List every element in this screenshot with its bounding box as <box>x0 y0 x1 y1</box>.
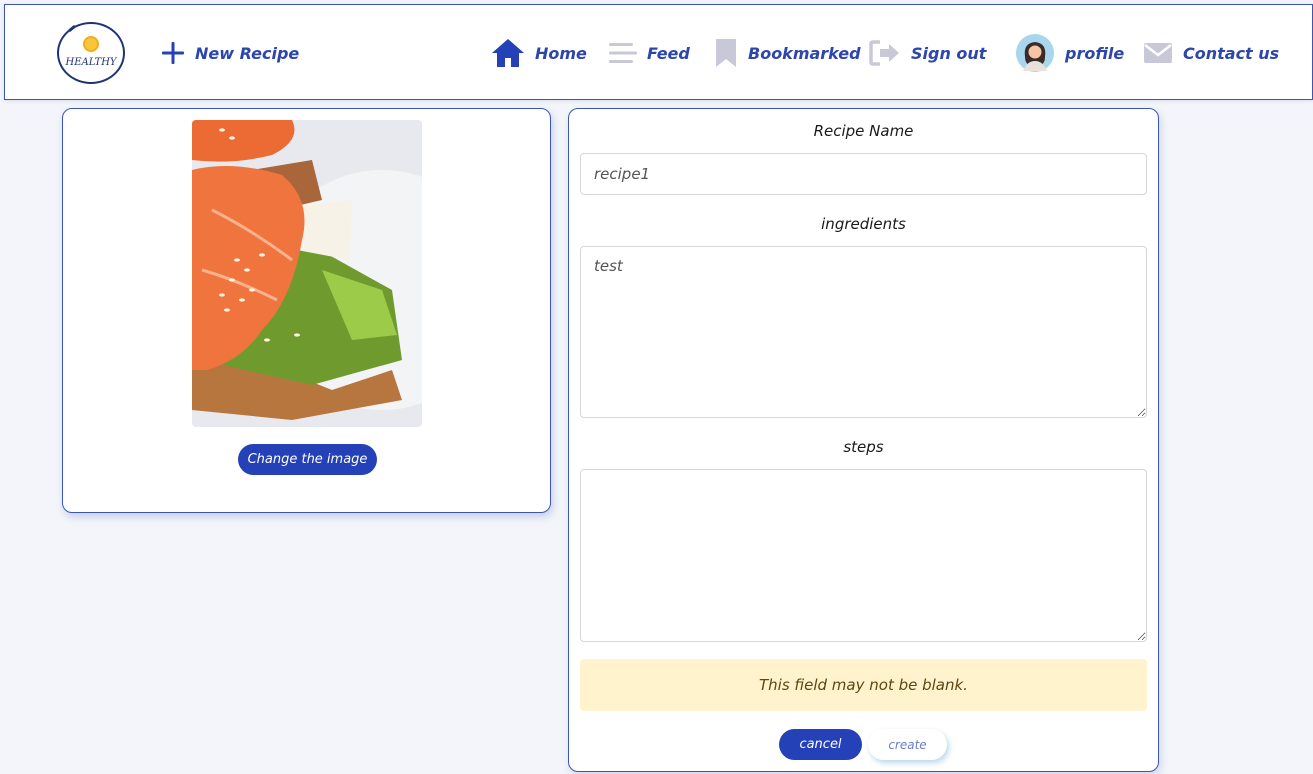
image-card: Change the image <box>62 108 551 513</box>
recipe-name-input[interactable] <box>580 153 1147 195</box>
recipe-name-label: Recipe Name <box>813 122 914 140</box>
steps-textarea[interactable] <box>580 469 1147 642</box>
nav-feed-label: Feed <box>647 43 690 63</box>
nav-bookmarked[interactable]: Bookmarked <box>714 35 861 71</box>
steps-label: steps <box>843 438 884 456</box>
logo-text: HEALTHY <box>65 57 117 68</box>
nav-profile[interactable]: profile <box>1015 33 1125 73</box>
nav-bookmarked-label: Bookmarked <box>748 43 861 63</box>
nav-sign-out[interactable]: Sign out <box>869 35 986 71</box>
bookmark-icon <box>714 38 738 68</box>
nav-sign-out-label: Sign out <box>911 43 987 63</box>
leaf-icon <box>67 24 77 33</box>
cancel-button[interactable]: cancel <box>779 729 862 760</box>
avatar-icon <box>1015 33 1055 73</box>
nav-profile-label: profile <box>1065 43 1125 63</box>
change-image-button[interactable]: Change the image <box>238 444 377 475</box>
home-icon <box>491 38 525 68</box>
nav-contact[interactable]: Contact us <box>1143 35 1279 71</box>
plus-icon <box>161 41 185 65</box>
recipe-image <box>192 120 422 427</box>
error-message: This field may not be blank. <box>759 676 968 694</box>
top-navbar: HEALTHY New Recipe Home Feed Bookmarked … <box>4 4 1313 100</box>
recipe-form: Recipe Name ingredients test steps This … <box>568 108 1159 772</box>
sign-out-icon <box>869 40 901 66</box>
ingredients-textarea[interactable]: test <box>580 246 1147 418</box>
lemon-icon <box>83 36 99 52</box>
nav-feed[interactable]: Feed <box>609 35 690 71</box>
error-alert: This field may not be blank. <box>580 659 1147 711</box>
nav-contact-label: Contact us <box>1183 43 1280 63</box>
ingredients-label: ingredients <box>821 215 906 233</box>
nav-home-label: Home <box>535 43 587 63</box>
envelope-icon <box>1143 42 1173 64</box>
healthy-logo[interactable]: HEALTHY <box>57 22 125 84</box>
nav-new-recipe[interactable]: New Recipe <box>161 35 299 71</box>
nav-home[interactable]: Home <box>491 35 587 71</box>
create-button[interactable]: create <box>868 729 947 760</box>
nav-new-recipe-label: New Recipe <box>195 43 300 63</box>
menu-lines-icon <box>609 41 637 65</box>
